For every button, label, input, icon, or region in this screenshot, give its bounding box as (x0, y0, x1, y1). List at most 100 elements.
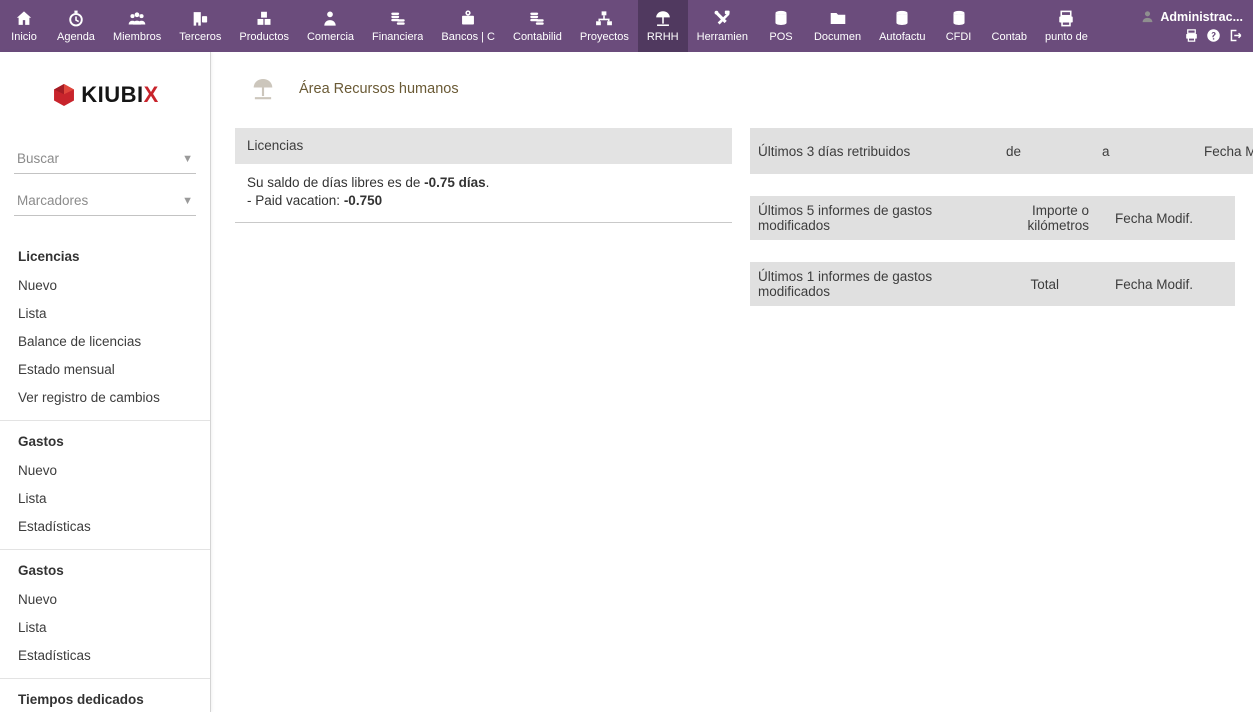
col-status (1201, 262, 1235, 306)
nav-item-label: Agenda (57, 31, 95, 43)
nav-item-label: Productos (239, 31, 289, 43)
col-fecha-modif: Fecha Modif. (1190, 128, 1253, 174)
nav-item-productos[interactable]: Productos (230, 0, 298, 52)
nav-item-label: Documen (814, 31, 861, 43)
bookmarks-dropdown[interactable]: Marcadores ▼ (14, 184, 196, 216)
col-total: Total (997, 262, 1067, 306)
sidebar-item-gastos1-lista[interactable]: Lista (0, 484, 210, 512)
boxes-icon (254, 9, 274, 28)
col-fecha-modif: Fecha Modif. (1097, 196, 1201, 240)
bookmarks-dropdown-label: Marcadores (17, 193, 88, 208)
nav-item-herramientas[interactable]: Herramien (688, 0, 757, 52)
nav-item-label: Terceros (179, 31, 221, 43)
nav-item-label: Bancos | C (441, 31, 495, 43)
sidebar-item-gastos2-nuevo[interactable]: Nuevo (0, 585, 210, 613)
col-fecha-modif: Fecha Modif. (1067, 262, 1201, 306)
nav-item-agenda[interactable]: Agenda (48, 0, 104, 52)
clock-icon (66, 9, 86, 28)
licencias-box: Licencias Su saldo de días libres es de … (235, 128, 732, 223)
licencias-box-header: Licencias (235, 128, 732, 164)
sidebar-section-tiempos-dedicados[interactable]: Tiempos dedicados (0, 678, 210, 712)
chevron-down-icon: ▼ (182, 153, 193, 165)
paid-vacation-line: - Paid vacation: -0.750 (247, 192, 720, 210)
nav-item-cfdi[interactable]: CFDI (935, 0, 983, 52)
print-icon[interactable] (1184, 28, 1199, 43)
cylinder-icon (892, 9, 912, 28)
nav-item-comercial[interactable]: Comercia (298, 0, 363, 52)
sidebar-item-licencias-nuevo[interactable]: Nuevo (0, 271, 210, 299)
left-sidebar: KIUBIX Buscar ▼ Marcadores ▼ LicenciasNu… (0, 52, 211, 712)
nav-item-bancos[interactable]: Bancos | C (432, 0, 504, 52)
expenses5-table-header: Últimos 5 informes de gastos modificados… (750, 196, 1235, 240)
sidebar-item-gastos1-nuevo[interactable]: Nuevo (0, 456, 210, 484)
col-importe: Importe o kilómetros (992, 196, 1097, 240)
vacation-balance-line: Su saldo de días libres es de -0.75 días… (247, 174, 720, 192)
building-icon (190, 9, 210, 28)
sitemap-icon (594, 9, 614, 28)
nav-item-autofactura[interactable]: Autofactu (870, 0, 934, 52)
nav-item-label: Herramien (697, 31, 748, 43)
kiubix-logo[interactable]: KIUBIX (0, 82, 210, 108)
nav-item-label: Miembros (113, 31, 161, 43)
sidebar-item-balance-de-licencias[interactable]: Balance de licencias (0, 327, 210, 355)
sidebar-section-gastos-2[interactable]: Gastos (0, 549, 210, 585)
users-icon (127, 9, 147, 28)
nav-item-label: Inicio (11, 31, 37, 43)
nav-item-documentos[interactable]: Documen (805, 0, 870, 52)
holidays-table: Últimos 3 días retribuidos de a Fecha Mo… (750, 128, 1253, 174)
beach-icon (653, 9, 673, 28)
nav-item-contab[interactable]: Contab (983, 0, 1036, 52)
sidebar-item-gastos2-estadisticas[interactable]: Estadísticas (0, 641, 210, 669)
holidays-table-header: Últimos 3 días retribuidos de a Fecha Mo… (750, 128, 1253, 174)
person-icon (320, 9, 340, 28)
main-content: Área Recursos humanos Licencias Su saldo… (211, 52, 1253, 712)
kiubix-logo-text: KIUBIX (81, 82, 159, 108)
nav-item-label: Financiera (372, 31, 423, 43)
nav-item-label: Proyectos (580, 31, 629, 43)
nav-item-miembros[interactable]: Miembros (104, 0, 170, 52)
sidebar-item-licencias-lista[interactable]: Lista (0, 299, 210, 327)
nav-item-label: RRHH (647, 31, 679, 43)
sidebar-item-gastos1-estadisticas[interactable]: Estadísticas (0, 512, 210, 540)
sidebar-item-ver-registro-de-cambios[interactable]: Ver registro de cambios (0, 383, 210, 411)
nav-item-rrhh[interactable]: RRHH (638, 0, 688, 52)
nav-item-label: Autofactu (879, 31, 925, 43)
nav-user-area: Administrac... (1140, 0, 1253, 52)
nav-item-label: Contab (992, 31, 1027, 43)
col-de: de (998, 128, 1094, 174)
help-icon[interactable] (1206, 28, 1221, 43)
nav-item-financiera[interactable]: Financiera (363, 0, 432, 52)
sidebar-item-gastos2-lista[interactable]: Lista (0, 613, 210, 641)
nav-item-punto-de-venta[interactable]: punto de (1036, 0, 1097, 52)
user-menu[interactable]: Administrac... (1140, 9, 1243, 24)
logout-icon[interactable] (1228, 28, 1243, 43)
top-navigation-bar: Inicio Agenda Miembros Terceros Producto… (0, 0, 1253, 52)
user-name: Administrac... (1160, 10, 1243, 24)
nav-item-terceros[interactable]: Terceros (170, 0, 230, 52)
sidebar-item-estado-mensual[interactable]: Estado mensual (0, 355, 210, 383)
tools-icon (712, 9, 732, 28)
expenses1-table-header: Últimos 1 informes de gastos modificados… (750, 262, 1235, 306)
nav-item-label: Comercia (307, 31, 354, 43)
nav-item-contabilidad[interactable]: Contabilid (504, 0, 571, 52)
nav-item-label: CFDI (946, 31, 972, 43)
nav-item-proyectos[interactable]: Proyectos (571, 0, 638, 52)
home-icon (14, 9, 34, 28)
nav-item-inicio[interactable]: Inicio (0, 0, 48, 52)
sidebar-menu: LicenciasNuevoListaBalance de licenciasE… (0, 236, 210, 712)
holidays-table-title: Últimos 3 días retribuidos (750, 128, 998, 174)
cylinder-icon (771, 9, 791, 28)
kiubix-cube-icon (51, 82, 77, 108)
folder-icon (828, 9, 848, 28)
nav-item-label: POS (769, 31, 792, 43)
sidebar-section-gastos-1[interactable]: Gastos (0, 420, 210, 456)
expenses1-table-title: Últimos 1 informes de gastos modificados (750, 262, 997, 306)
hr-area-icon (243, 76, 283, 102)
cylinder-icon (949, 9, 969, 28)
nav-item-pos[interactable]: POS (757, 0, 805, 52)
nav-item-label: Contabilid (513, 31, 562, 43)
sidebar-section-licencias[interactable]: Licencias (0, 236, 210, 271)
till-icon (458, 9, 478, 28)
nav-item-label: punto de (1045, 31, 1088, 43)
search-dropdown[interactable]: Buscar ▼ (14, 142, 196, 174)
